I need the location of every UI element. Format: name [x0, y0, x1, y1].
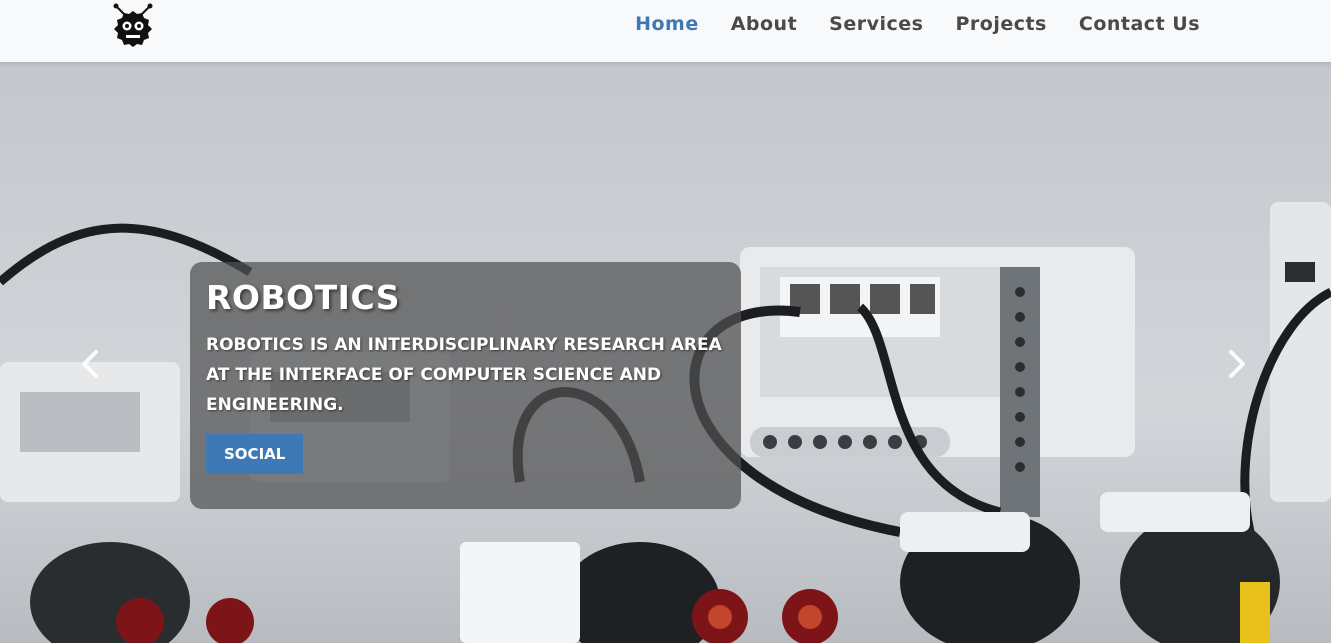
robot-gear-icon[interactable]: [107, 2, 159, 48]
hero-carousel: ROBOTICS ROBOTICS IS AN INTERDISCIPLINAR…: [0, 62, 1331, 643]
hero-description: ROBOTICS IS AN INTERDISCIPLINARY RESEARC…: [206, 335, 722, 415]
hero-title: ROBOTICS: [206, 278, 401, 317]
nav-projects[interactable]: Projects: [955, 13, 1046, 35]
navbar: Home About Services Projects Contact Us: [0, 0, 1331, 62]
nav-about[interactable]: About: [731, 13, 797, 35]
chevron-left-icon[interactable]: [76, 342, 106, 386]
nav-home[interactable]: Home: [635, 13, 699, 35]
nav-contact-us[interactable]: Contact Us: [1079, 13, 1200, 35]
social-button[interactable]: SOCIAL: [206, 434, 304, 474]
nav-menu: Home About Services Projects Contact Us: [635, 0, 1200, 48]
nav-services[interactable]: Services: [829, 13, 923, 35]
carousel-caption: ROBOTICS ROBOTICS IS AN INTERDISCIPLINAR…: [190, 262, 741, 509]
chevron-right-icon[interactable]: [1221, 342, 1251, 386]
